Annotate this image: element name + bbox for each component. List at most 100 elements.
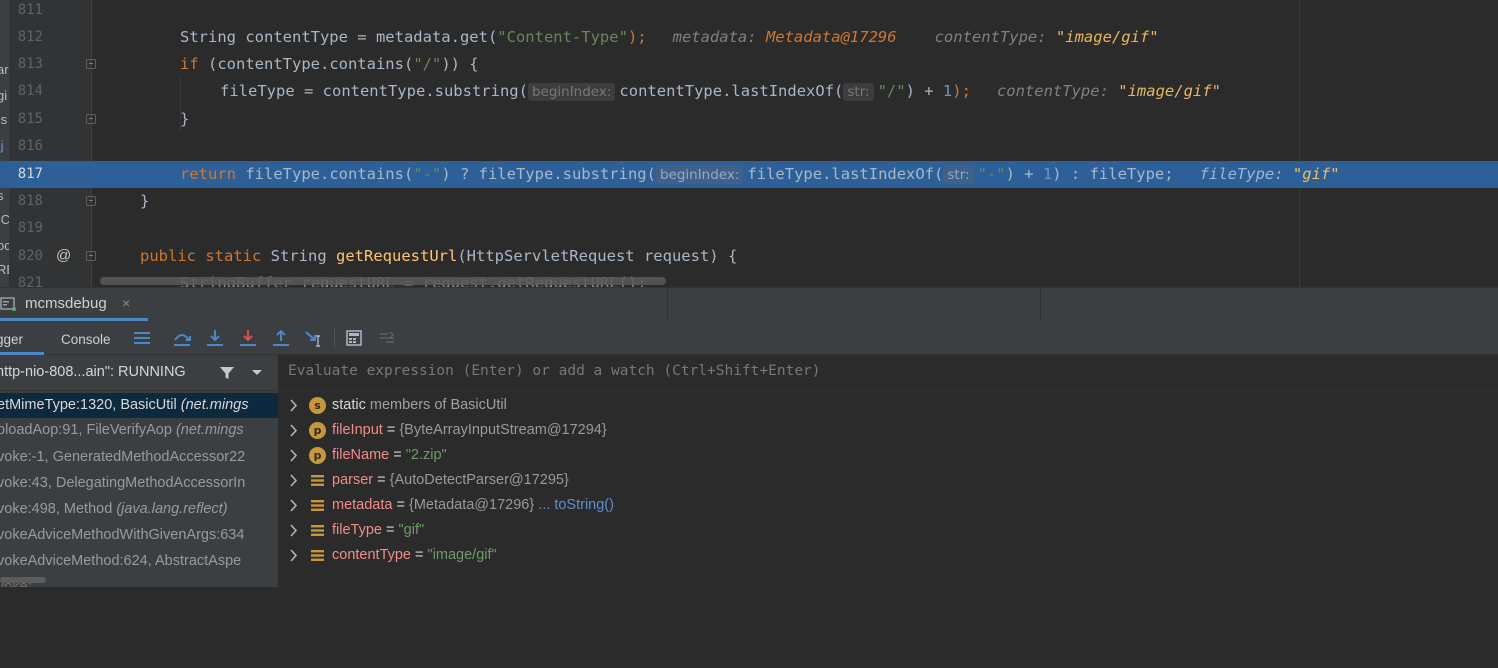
inline-debug-value: metadata: Metadata@17296 [672, 28, 897, 46]
variable-value: members of BasicUtil [365, 397, 507, 413]
project-tree-fragment[interactable]: oc [0, 238, 9, 253]
stack-frame[interactable]: vokeAdviceMethod:624, AbstractAspe [0, 549, 278, 574]
thread-selector[interactable]: http-nio-808...ain": RUNNING [0, 355, 278, 391]
code-line-813[interactable]: if (contentType.contains("/")) { [180, 51, 479, 78]
editor-horizontal-scrollbar[interactable] [100, 277, 666, 285]
chevron-right-icon[interactable] [287, 543, 301, 568]
code-line-820[interactable]: public static String getRequestUrl(HttpS… [140, 243, 737, 270]
variable-name: contentType [332, 547, 411, 563]
chevron-right-icon[interactable] [287, 393, 301, 418]
project-tree-fragment[interactable]: s [0, 188, 4, 203]
project-tree-fragment[interactable]: IC [0, 212, 9, 227]
fold-marker[interactable] [86, 251, 96, 261]
evaluate-expression-input[interactable]: Evaluate expression (Enter) or add a wat… [279, 355, 1498, 391]
variable-row[interactable]: parser = {AutoDetectParser@17295} [279, 468, 1498, 493]
line-number: 818 [17, 193, 43, 209]
override-marker-icon[interactable]: @ [56, 247, 71, 265]
frames-horizontal-scrollbar[interactable] [0, 577, 46, 583]
gutter-border [91, 0, 92, 287]
project-tree-fragment[interactable]: .j [0, 138, 4, 153]
stack-frame[interactable]: voke:43, DelegatingMethodAccessorIn [0, 471, 278, 496]
run-to-cursor-icon[interactable] [303, 327, 325, 349]
filter-icon[interactable] [218, 364, 236, 382]
chevron-down-icon[interactable] [250, 368, 264, 378]
variable-name: fileType [332, 522, 382, 538]
variable-value: {ByteArrayInputStream@17294} [399, 422, 607, 438]
local-variable-icon [311, 525, 324, 536]
variable-name: parser [332, 472, 374, 488]
force-step-into-icon[interactable] [237, 327, 259, 349]
variable-row[interactable]: s static members of BasicUtil [279, 393, 1498, 418]
fold-marker[interactable] [86, 196, 96, 206]
variable-row[interactable]: contentType = "image/gif" [279, 543, 1498, 568]
inline-debug-value: fileType: "gif" [1199, 165, 1340, 183]
code-line-815[interactable]: } [180, 106, 189, 133]
chevron-right-icon[interactable] [287, 418, 301, 443]
variable-row[interactable]: metadata = {Metadata@17296} ... toString… [279, 493, 1498, 518]
toolbar-separator [334, 329, 335, 347]
fold-marker[interactable] [86, 114, 96, 124]
debug-toolbar: gger Console [0, 321, 1498, 355]
frames-panel: http-nio-808...ain": RUNNING etMimeType:… [0, 355, 278, 587]
debug-session-icon [0, 297, 16, 311]
right-margin-guide [1299, 0, 1300, 287]
trace-stream-icon[interactable] [376, 327, 398, 349]
step-into-icon[interactable] [204, 327, 226, 349]
project-tree-fragment[interactable]: .s [0, 112, 7, 127]
variable-row[interactable]: p fileName = "2.zip" [279, 443, 1498, 468]
line-number-current: 817 [17, 166, 43, 182]
step-out-icon[interactable] [270, 327, 292, 349]
variable-value: "2.zip" [405, 447, 447, 463]
step-over-icon[interactable] [171, 327, 193, 349]
chevron-right-icon[interactable] [287, 518, 301, 543]
project-tree-fragment[interactable]: RE [0, 262, 9, 277]
stack-frame[interactable]: ploadAop:91, FileVerifyAop (net.mings [0, 418, 278, 443]
stack-frame[interactable]: voke:-1, GeneratedMethodAccessor22 [0, 445, 278, 470]
variable-row[interactable]: fileType = "gif" [279, 518, 1498, 543]
variable-name: fileInput [332, 422, 383, 438]
project-tree-strip[interactable]: ar gi .s .j 3 s IC oc RE [0, 0, 9, 287]
stack-frame[interactable]: voke:498, Method (java.lang.reflect) [0, 497, 278, 522]
parameter-badge-icon: p [309, 447, 326, 464]
chevron-right-icon[interactable] [287, 468, 301, 493]
variables-panel: Evaluate expression (Enter) or add a wat… [279, 355, 1498, 587]
project-tree-fragment[interactable]: gi [0, 88, 7, 103]
fold-marker[interactable] [86, 59, 96, 69]
code-line-818[interactable]: } [140, 188, 149, 215]
variable-row[interactable]: p fileInput = {ByteArrayInputStream@1729… [279, 418, 1498, 443]
parameter-badge-icon: p [309, 422, 326, 439]
evaluate-placeholder: Evaluate expression (Enter) or add a wat… [288, 363, 821, 379]
layout-menu-icon[interactable] [131, 327, 153, 349]
variable-name: metadata [332, 497, 393, 513]
tab-console-label: Console [61, 332, 111, 347]
project-tree-fragment[interactable]: ar [0, 62, 9, 77]
line-number: 814 [17, 83, 43, 99]
close-icon[interactable]: × [122, 295, 130, 311]
tab-console[interactable]: Console [61, 321, 111, 355]
header-divider [667, 288, 668, 321]
chevron-right-icon[interactable] [287, 443, 301, 468]
line-number: 816 [17, 138, 43, 154]
code-line-817[interactable]: return fileType.contains("-") ? fileType… [180, 161, 1340, 189]
code-editor[interactable]: ar gi .s .j 3 s IC oc RE 811 812 813 814… [0, 0, 1498, 287]
stack-frame[interactable]: etMimeType:1320, BasicUtil (net.mings [0, 393, 278, 418]
parameter-hint: str: [943, 166, 974, 184]
tab-debugger[interactable]: gger [0, 321, 44, 355]
tostring-link[interactable]: ... toString() [534, 497, 614, 513]
variable-value: "gif" [398, 522, 425, 538]
line-number: 813 [17, 56, 43, 72]
evaluate-expression-icon[interactable] [343, 327, 365, 349]
stack-frame[interactable]: vokeAdviceMethodWithGivenArgs:634 [0, 523, 278, 548]
code-line-812[interactable]: String contentType = metadata.get("Conte… [180, 24, 1159, 51]
parameter-hint: beginIndex: [655, 166, 744, 184]
parameter-hint: beginIndex: [527, 83, 616, 101]
debug-tool-window-header: mcmsdebug × [0, 287, 1498, 321]
line-number: 812 [17, 29, 43, 45]
line-number: 821 [17, 275, 43, 287]
variable-name: fileName [332, 447, 390, 463]
debug-session-tab[interactable]: mcmsdebug × [0, 288, 148, 321]
inline-debug-value: contentType: "image/gif" [934, 28, 1159, 46]
chevron-right-icon[interactable] [287, 493, 301, 518]
line-number: 815 [17, 111, 43, 127]
code-line-814[interactable]: fileType = contentType.substring(beginIn… [220, 78, 1221, 106]
